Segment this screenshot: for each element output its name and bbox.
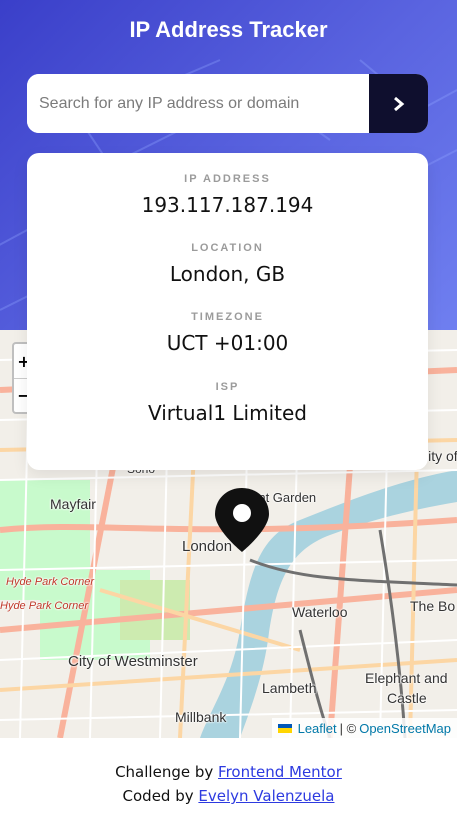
author-link[interactable]: Evelyn Valenzuela [198,787,334,805]
challenge-credit: Challenge by Frontend Mentor [0,760,457,784]
footer: Challenge by Frontend Mentor Coded by Ev… [0,760,457,808]
location-value: London, GB [169,262,286,286]
map-label-elephant-and: Elephant and [365,670,448,686]
search-form [27,74,428,133]
search-input[interactable] [27,74,369,133]
timezone-block: TIMEZONE UCT +01:00 [27,311,428,355]
timezone-value: UCT +01:00 [166,331,289,355]
coded-prefix: Coded by [122,787,194,805]
leaflet-link[interactable]: Leaflet [298,721,337,736]
map-label-lambeth: Lambeth [262,680,317,696]
map-label-waterloo: Waterloo [292,604,348,620]
isp-value: Virtual1 Limited [147,401,307,425]
ip-address-block: IP ADDRESS 193.117.187.194 [27,173,428,217]
openstreetmap-link[interactable]: OpenStreetMap [359,721,451,736]
ukraine-flag-icon [277,723,292,733]
map-label-hyde-park-corner-1: Hyde Park Corner [6,576,95,588]
location-label: LOCATION [191,242,264,254]
author-credit: Coded by Evelyn Valenzuela [0,784,457,808]
isp-label: ISP [215,381,240,393]
frontend-mentor-link[interactable]: Frontend Mentor [218,763,342,781]
map-label-mayfair: Mayfair [50,496,96,512]
map-label-the-bo: The Bo [410,598,456,614]
map-label-hyde-park-corner-2: Hyde Park Corner [0,600,89,612]
page-title: IP Address Tracker [129,17,328,42]
location-pin-icon[interactable] [213,486,271,554]
map-label-millbank: Millbank [175,709,227,725]
isp-block: ISP Virtual1 Limited [27,381,428,425]
search-submit-button[interactable] [369,74,428,133]
timezone-label: TIMEZONE [191,311,264,323]
map-attribution: Leaflet | © OpenStreetMap [271,718,457,738]
chevron-right-icon [393,96,404,111]
ip-info-card: IP ADDRESS 193.117.187.194 LOCATION Lond… [27,153,428,470]
challenge-prefix: Challenge by [115,763,214,781]
ip-address-value: 193.117.187.194 [141,193,314,217]
map-label-castle: Castle [387,690,427,706]
ip-address-label: IP ADDRESS [184,173,271,185]
map-label-city-of-westminster: City of Westminster [68,653,198,670]
location-block: LOCATION London, GB [27,242,428,286]
attribution-separator: | © [339,720,357,736]
